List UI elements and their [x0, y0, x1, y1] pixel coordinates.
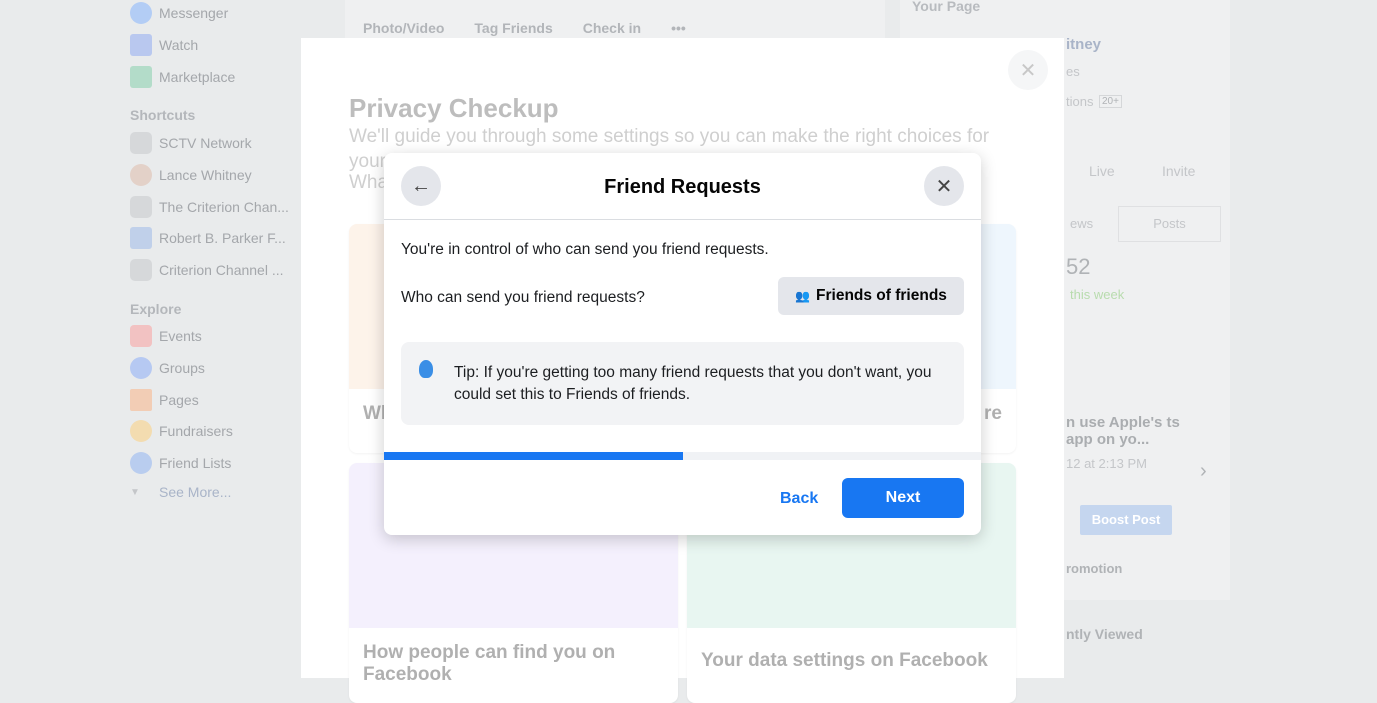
- tab-posts[interactable]: Posts: [1118, 206, 1221, 242]
- shortcut-item[interactable]: Criterion Channel ...: [130, 258, 284, 282]
- back-button[interactable]: Back: [780, 490, 818, 508]
- dialog-title: Friend Requests: [604, 176, 761, 198]
- messenger-icon: [130, 2, 152, 24]
- audience-selector[interactable]: 👥 Friends of friends: [778, 277, 964, 315]
- sidebar-item-watch[interactable]: Watch: [130, 33, 198, 57]
- progress-fill: [384, 452, 683, 460]
- fundraiser-icon: [130, 420, 152, 442]
- watch-icon: [130, 34, 152, 56]
- shortcut-item[interactable]: Robert B. Parker F...: [130, 226, 286, 250]
- marketplace-icon: [130, 66, 152, 88]
- tag-friends-button[interactable]: Tag Friends: [474, 20, 552, 36]
- next-button[interactable]: Next: [842, 478, 964, 518]
- your-page-title: Your Page: [912, 0, 981, 14]
- live-button[interactable]: Live: [1089, 163, 1115, 179]
- close-icon[interactable]: ✕: [924, 166, 964, 206]
- notification-badge: 20+: [1099, 95, 1122, 108]
- friend-requests-dialog: ← Friend Requests ✕ You're in control of…: [384, 153, 981, 535]
- sidebar-item-fundraisers[interactable]: Fundraisers: [130, 419, 233, 443]
- explore-heading: Explore: [130, 301, 182, 317]
- group-icon: [130, 196, 152, 218]
- book-icon: [130, 227, 152, 249]
- group-icon: [130, 259, 152, 281]
- close-icon[interactable]: ✕: [1008, 50, 1048, 90]
- groups-icon: [130, 357, 152, 379]
- sidebar-item-marketplace[interactable]: Marketplace: [130, 65, 235, 89]
- group-icon: [130, 132, 152, 154]
- tip-box: Tip: If you're getting too many friend r…: [401, 342, 964, 425]
- sidebar-item-friend-lists[interactable]: Friend Lists: [130, 451, 231, 475]
- sidebar-item-messenger[interactable]: Messenger: [130, 1, 228, 25]
- divider: [384, 219, 981, 220]
- tab-views[interactable]: ews: [1070, 216, 1093, 231]
- shortcuts-heading: Shortcuts: [130, 107, 196, 123]
- flag-icon: [130, 389, 152, 411]
- calendar-icon: [130, 325, 152, 347]
- sidebar-item-events[interactable]: Events: [130, 324, 202, 348]
- friend-list-icon: [130, 452, 152, 474]
- sidebar-item-groups[interactable]: Groups: [130, 356, 205, 380]
- shortcut-item[interactable]: Lance Whitney: [130, 163, 252, 187]
- chevron-down-icon: ▼: [130, 486, 140, 498]
- sidebar-item-pages[interactable]: Pages: [130, 388, 199, 412]
- shortcut-item[interactable]: The Criterion Chan...: [130, 195, 289, 219]
- shortcut-item[interactable]: SCTV Network: [130, 131, 252, 155]
- lightbulb-icon: [419, 360, 433, 378]
- photo-video-button[interactable]: Photo/Video: [363, 20, 444, 36]
- friends-icon: 👥: [795, 289, 811, 303]
- chevron-right-icon[interactable]: ›: [1200, 460, 1207, 483]
- more-button[interactable]: •••: [671, 20, 686, 36]
- check-in-button[interactable]: Check in: [583, 20, 641, 36]
- page-title: Privacy Checkup: [349, 93, 559, 123]
- invite-button[interactable]: Invite: [1162, 163, 1195, 179]
- progress-bar: [384, 452, 981, 460]
- see-more-link[interactable]: ▼ See More...: [130, 480, 231, 504]
- avatar: [130, 164, 152, 186]
- boost-post-button[interactable]: Boost Post: [1080, 505, 1172, 535]
